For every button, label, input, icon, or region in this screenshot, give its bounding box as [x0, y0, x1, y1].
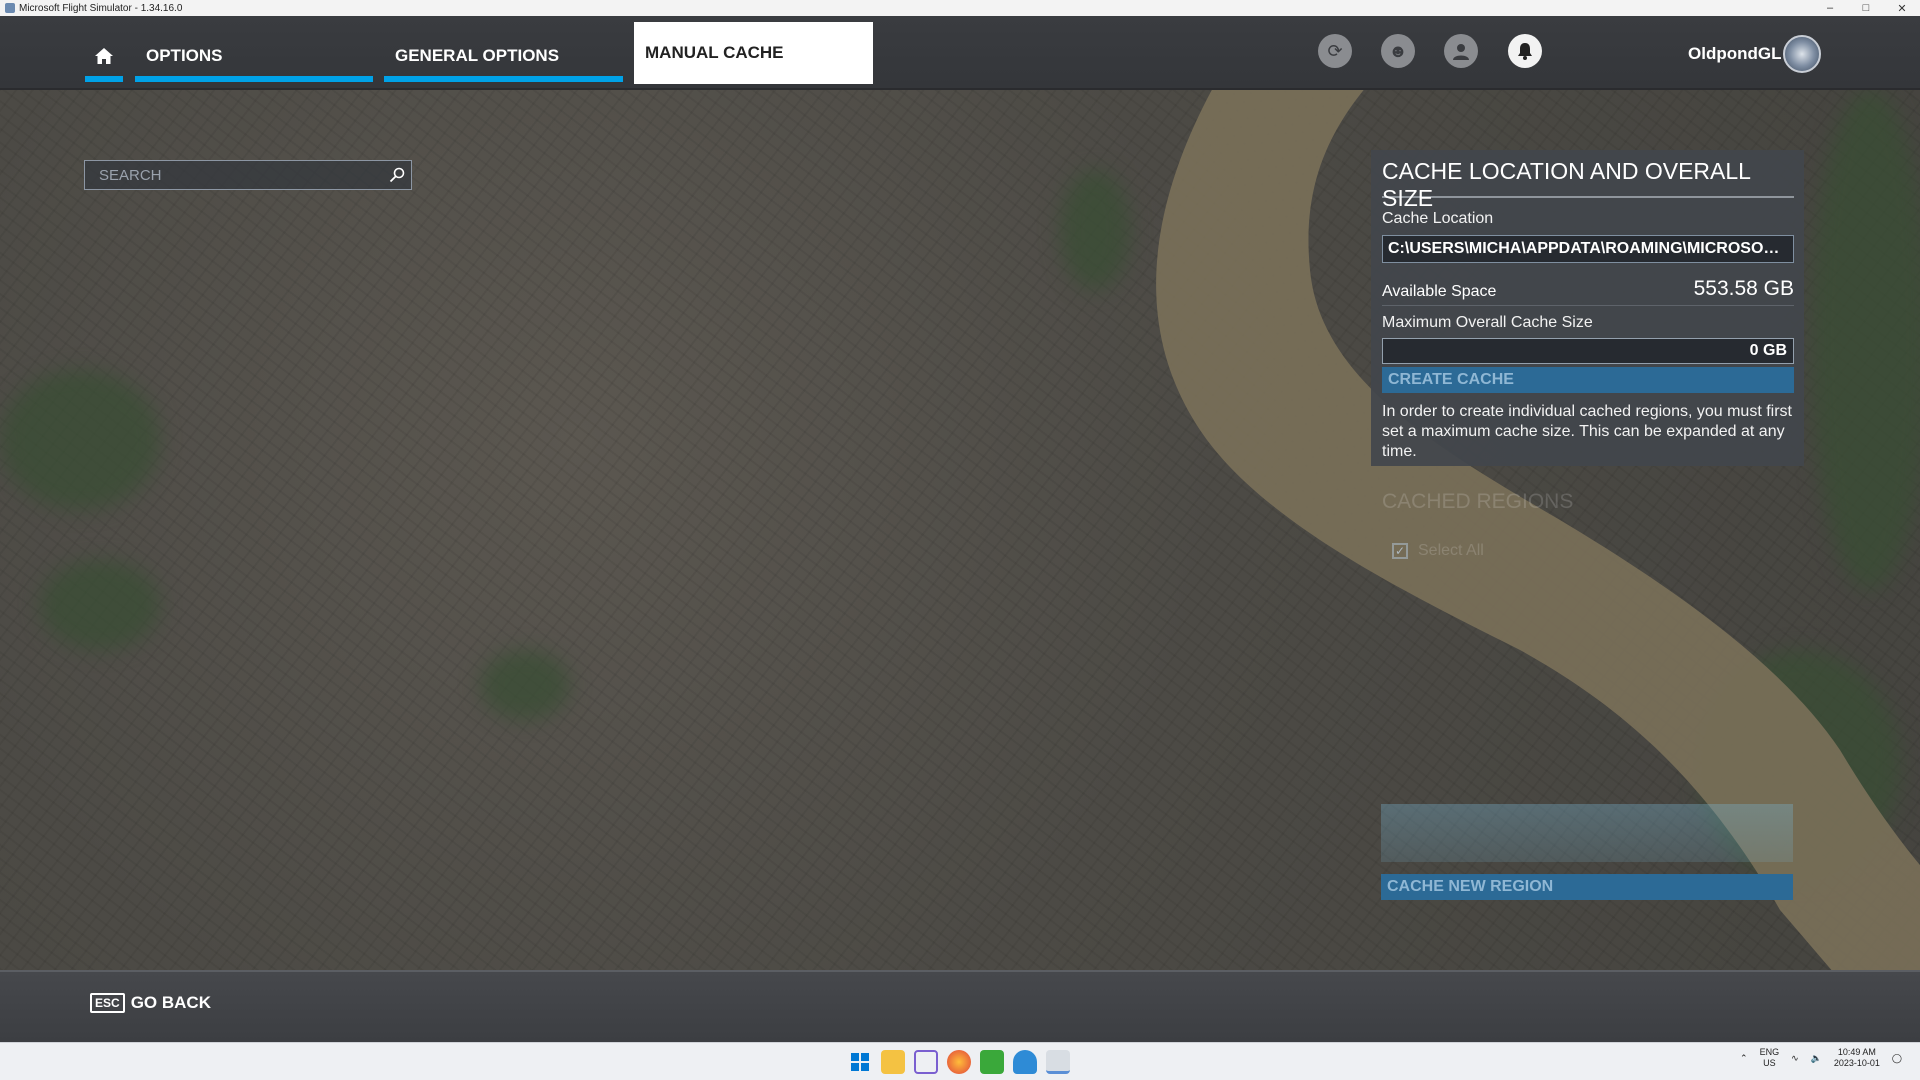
language-indicator[interactable]: ENG US	[1760, 1047, 1780, 1069]
cache-new-region-button[interactable]: CACHE NEW REGION	[1381, 874, 1793, 900]
xbox-app-icon[interactable]	[980, 1050, 1004, 1074]
activity-icon[interactable]: ⟳	[1318, 34, 1352, 68]
file-explorer-icon[interactable]	[881, 1050, 905, 1074]
select-all-label: Select All	[1418, 542, 1484, 559]
go-back-button[interactable]: ESC GO BACK	[90, 993, 211, 1013]
footer-bar	[0, 970, 1920, 1042]
create-cache-button[interactable]: CREATE CACHE	[1382, 367, 1794, 393]
notifications-bell-icon[interactable]	[1508, 34, 1542, 68]
maximize-icon[interactable]: □	[1848, 0, 1884, 16]
cache-info-note: In order to create individual cached reg…	[1382, 403, 1792, 460]
app-icon	[5, 3, 15, 13]
cache-location-field[interactable]: C:\USERS\MICHA\APPDATA\ROAMING\MICROSOFT…	[1382, 235, 1794, 263]
window-title: Microsoft Flight Simulator - 1.34.16.0	[19, 2, 183, 14]
panel-title: CACHE LOCATION AND OVERALL SIZE	[1382, 158, 1794, 211]
cached-region-rows	[1381, 804, 1793, 862]
home-button[interactable]	[85, 28, 123, 84]
store-icon[interactable]	[1013, 1050, 1037, 1074]
notification-center-icon[interactable]: ◯	[1892, 1053, 1902, 1064]
top-nav-bar: OPTIONS GENERAL OPTIONS MANUAL CACHE ⟳ ☻…	[0, 16, 1920, 90]
available-space-label: Available Space	[1382, 283, 1497, 300]
tab-general-options[interactable]: GENERAL OPTIONS	[384, 28, 623, 84]
avatar[interactable]	[1783, 35, 1821, 73]
esc-key-badge: ESC	[90, 993, 125, 1013]
windows-taskbar: ⌃ ENG US ∿ 🔈 10:49 AM 2023-10-01 ◯	[0, 1042, 1920, 1080]
profile-icon[interactable]	[1444, 34, 1478, 68]
volume-icon[interactable]: 🔈	[1811, 1053, 1822, 1064]
search-input[interactable]	[85, 166, 383, 184]
window-titlebar: Microsoft Flight Simulator - 1.34.16.0 –…	[0, 0, 1920, 16]
home-icon	[95, 48, 113, 64]
select-all-checkbox[interactable]: ✓ Select All	[1392, 542, 1484, 560]
clock[interactable]: 10:49 AM 2023-10-01	[1834, 1047, 1880, 1069]
go-back-label: GO BACK	[130, 993, 211, 1012]
cached-regions-title: CACHED REGIONS	[1382, 490, 1574, 513]
username[interactable]: OldpondGL	[1688, 44, 1781, 64]
wifi-icon[interactable]: ∿	[1791, 1053, 1799, 1064]
search-icon[interactable]	[383, 161, 411, 189]
friends-icon[interactable]: ☻	[1381, 34, 1415, 68]
cache-location-label: Cache Location	[1382, 210, 1494, 227]
cache-location-panel: CACHE LOCATION AND OVERALL SIZE Cache Lo…	[1371, 150, 1804, 466]
tab-manual-cache[interactable]: MANUAL CACHE	[634, 22, 873, 84]
firefox-icon[interactable]	[947, 1050, 971, 1074]
checkmark-icon: ✓	[1392, 543, 1408, 559]
max-cache-size-field[interactable]: 0 GB	[1382, 338, 1794, 364]
flight-simulator-icon[interactable]	[1046, 1050, 1070, 1074]
start-icon[interactable]	[848, 1050, 872, 1074]
max-cache-size-label: Maximum Overall Cache Size	[1382, 314, 1593, 331]
close-icon[interactable]: ✕	[1884, 0, 1920, 16]
available-space-row: Available Space 553.58 GB	[1382, 277, 1794, 306]
minimize-icon[interactable]: –	[1812, 0, 1848, 16]
search-bar	[84, 160, 412, 190]
tab-options[interactable]: OPTIONS	[135, 28, 373, 84]
chevron-up-icon[interactable]: ⌃	[1740, 1053, 1748, 1064]
available-space-value: 553.58 GB	[1693, 277, 1794, 300]
game-app-icon[interactable]	[914, 1050, 938, 1074]
